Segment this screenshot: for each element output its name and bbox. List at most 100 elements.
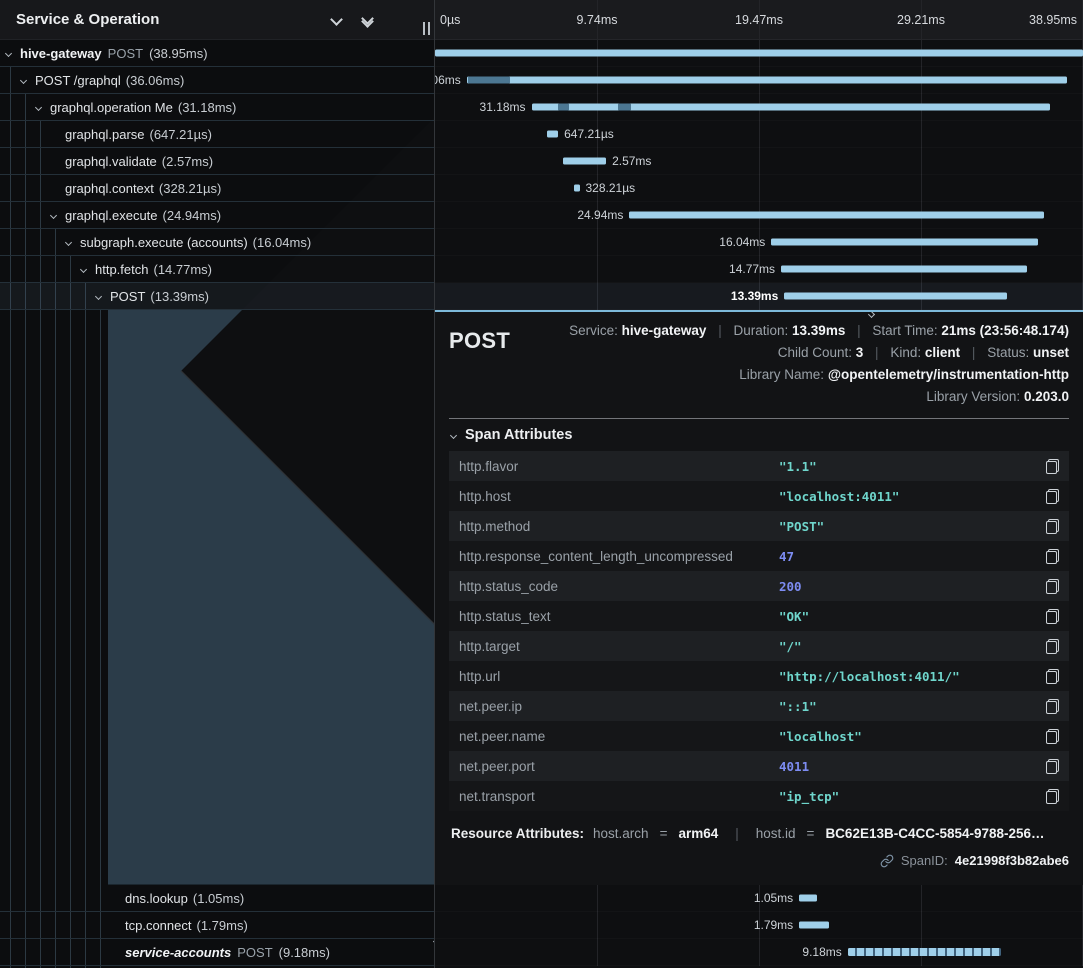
- span-id-value: 4e21998f3b82abe6: [955, 853, 1069, 868]
- tree-row-tcp-connect[interactable]: tcp.connect (1.79ms): [0, 912, 434, 939]
- tree-row-http-fetch[interactable]: http.fetch (14.77ms): [0, 256, 434, 283]
- span-operation: graphql.execute: [65, 208, 158, 223]
- copy-icon[interactable]: [1046, 459, 1059, 474]
- tree-row-graphql-execute[interactable]: graphql.execute (24.94ms): [0, 202, 434, 229]
- timeline-row-selected: 13.39ms: [435, 283, 1083, 310]
- tick-label: 9.74ms: [577, 0, 618, 40]
- duration-label: 16.04ms: [719, 229, 765, 256]
- span-duration: (16.04ms): [253, 235, 312, 250]
- span-id-row: SpanID: 4e21998f3b82abe6: [449, 853, 1069, 868]
- timeline-row: 16.04ms: [435, 229, 1083, 256]
- span-bar[interactable]: [781, 266, 1027, 273]
- attribute-row: net.transport "ip_tcp": [449, 781, 1069, 811]
- tick-label: 0µs: [440, 0, 460, 40]
- copy-icon[interactable]: [1046, 699, 1059, 714]
- attributes-table: http.flavor "1.1" http.host "localhost:4…: [449, 451, 1069, 811]
- tree-row-hive-gateway-post[interactable]: hive-gateway POST (38.95ms): [0, 40, 434, 67]
- copy-icon[interactable]: [1046, 609, 1059, 624]
- double-chevron-down-icon[interactable]: [363, 14, 372, 26]
- span-bar[interactable]: [435, 50, 1083, 57]
- expander-down-icon[interactable]: [81, 267, 95, 272]
- expander-down-icon[interactable]: [51, 213, 65, 218]
- tree-row-post-graphql[interactable]: POST /graphql (36.06ms): [0, 67, 434, 94]
- link-icon[interactable]: [880, 854, 894, 868]
- span-operation: http.fetch: [95, 262, 148, 277]
- tree-row-dns-lookup[interactable]: dns.lookup (1.05ms): [0, 885, 434, 912]
- span-duration: (1.79ms): [197, 918, 248, 933]
- span-bar[interactable]: [799, 922, 829, 929]
- copy-icon[interactable]: [1046, 789, 1059, 804]
- chevron-down-icon[interactable]: [330, 13, 343, 26]
- span-bar[interactable]: [574, 185, 580, 192]
- meta-library-name: @opentelemetry/instrumentation-http: [828, 367, 1069, 382]
- attribute-row: net.peer.name "localhost": [449, 721, 1069, 751]
- span-bar[interactable]: [771, 239, 1038, 246]
- resource-attributes-header[interactable]: Resource Attributes: host.arch=arm64 | h…: [449, 826, 1069, 841]
- span-bar[interactable]: [799, 895, 816, 902]
- tree-header-title: Service & Operation: [16, 11, 332, 28]
- duration-label: 13.39ms: [731, 283, 778, 310]
- span-operation: dns.lookup: [125, 891, 188, 906]
- copy-icon[interactable]: [1046, 489, 1059, 504]
- span-bar[interactable]: [563, 158, 606, 165]
- timeline-row: 36.06ms: [435, 67, 1083, 94]
- span-operation: graphql.operation Me: [50, 100, 173, 115]
- copy-icon[interactable]: [1046, 729, 1059, 744]
- tree-guide-line: [100, 310, 101, 968]
- copy-icon[interactable]: [1046, 759, 1059, 774]
- resource-value: arm64: [678, 826, 718, 841]
- timeline-row: 2.57ms: [435, 148, 1083, 175]
- copy-icon[interactable]: [1046, 519, 1059, 534]
- tree-row-graphql-validate[interactable]: graphql.validate (2.57ms): [0, 148, 434, 175]
- expander-down-icon[interactable]: [36, 105, 50, 110]
- span-operation: graphql.context: [65, 181, 154, 196]
- meta-service: hive-gateway: [622, 323, 707, 338]
- span-bar[interactable]: [848, 948, 1001, 956]
- chevron-right-icon: [868, 311, 875, 318]
- duration-label: 24.94ms: [577, 202, 623, 229]
- attribute-row: http.response_content_length_uncompresse…: [449, 541, 1069, 571]
- span-bar[interactable]: [629, 212, 1044, 219]
- meta-status: unset: [1033, 345, 1069, 360]
- span-attributes-header[interactable]: Span Attributes: [451, 427, 1069, 443]
- copy-icon[interactable]: [1046, 669, 1059, 684]
- copy-icon[interactable]: [1046, 579, 1059, 594]
- span-bar[interactable]: [532, 104, 1050, 111]
- copy-icon[interactable]: [1046, 639, 1059, 654]
- span-bar-segment: [468, 77, 510, 84]
- tree-row-post-selected[interactable]: POST (13.39ms): [0, 283, 434, 310]
- span-bar-segment: [558, 104, 569, 111]
- span-bar[interactable]: [547, 131, 558, 138]
- meta-child-count: 3: [856, 345, 864, 360]
- span-operation: POST /graphql: [35, 73, 121, 88]
- span-duration: (2.57ms): [162, 154, 213, 169]
- tree-row-subgraph-execute[interactable]: subgraph.execute (accounts) (16.04ms): [0, 229, 434, 256]
- expander-down-icon[interactable]: [21, 78, 35, 83]
- detail-title: POST: [449, 320, 510, 408]
- divider: [449, 418, 1069, 419]
- expander-down-icon[interactable]: [6, 51, 20, 56]
- span-bar[interactable]: [784, 293, 1007, 300]
- duration-label: 14.77ms: [729, 256, 775, 283]
- span-bar[interactable]: [467, 77, 1067, 84]
- tree-row-service-accounts-post[interactable]: service-accounts POST (9.18ms): [0, 939, 434, 966]
- tree-row-graphql-parse[interactable]: graphql.parse (647.21µs): [0, 121, 434, 148]
- expander-down-icon[interactable]: [66, 240, 80, 245]
- chevron-down-icon: [450, 431, 457, 438]
- duration-label: 328.21µs: [586, 175, 636, 202]
- attribute-row: http.target "/": [449, 631, 1069, 661]
- duration-label: 1.05ms: [754, 885, 793, 912]
- attribute-row: http.host "localhost:4011": [449, 481, 1069, 511]
- panel-resizer[interactable]: [423, 22, 430, 35]
- duration-label: 1.79ms: [754, 912, 793, 939]
- duration-label: 9.18ms: [802, 939, 841, 966]
- expander-down-icon[interactable]: [96, 294, 110, 299]
- span-tree-panel: Service & Operation hive-gateway POST (3…: [0, 0, 434, 968]
- timeline-row: 328.21µs: [435, 175, 1083, 202]
- detail-meta: Service: hive-gateway | Duration: 13.39m…: [569, 320, 1069, 408]
- span-bar-segment: [618, 104, 631, 111]
- tree-row-graphql-context[interactable]: graphql.context (328.21µs): [0, 175, 434, 202]
- copy-icon[interactable]: [1046, 549, 1059, 564]
- timeline-row: 1.05ms: [435, 885, 1083, 912]
- tree-row-graphql-operation-me[interactable]: graphql.operation Me (31.18ms): [0, 94, 434, 121]
